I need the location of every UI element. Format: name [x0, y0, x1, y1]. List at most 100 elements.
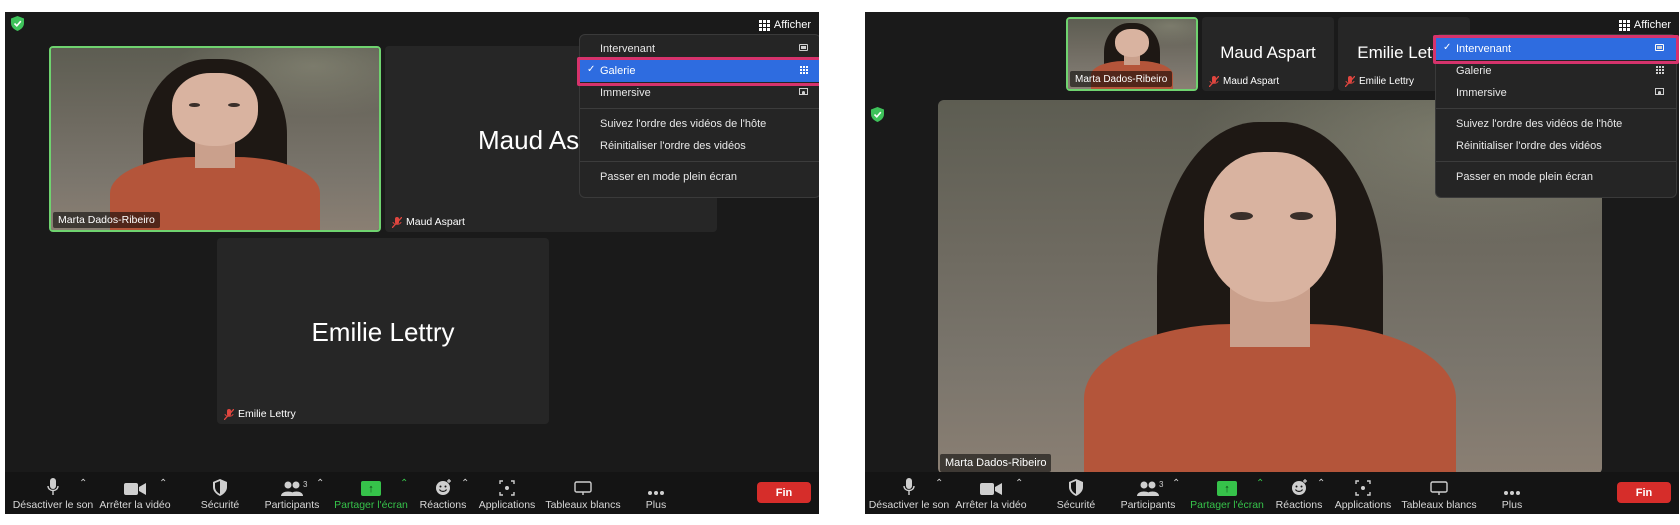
- chevron-up-icon[interactable]: ⌃: [1317, 478, 1325, 489]
- video-camera-icon: [124, 483, 146, 495]
- participant-name-tag: Marta Dados-Ribeiro: [1070, 71, 1173, 87]
- menu-item-label: Galerie: [1456, 65, 1492, 77]
- participant-name-tag: Maud Aspart: [387, 214, 470, 230]
- apps-icon: [1355, 480, 1371, 496]
- video-label: Arrêter la vidéo: [99, 499, 171, 511]
- gallery-grid-icon: [1656, 66, 1664, 74]
- share-screen-button[interactable]: ↑ Partager l'écran: [1190, 472, 1264, 514]
- more-button[interactable]: Plus: [1497, 472, 1527, 514]
- share-label: Partager l'écran: [334, 499, 408, 511]
- participant-video: [51, 48, 379, 230]
- thumb-tile-maud[interactable]: Maud Aspart Maud Aspart: [1202, 17, 1334, 91]
- microphone-icon: [903, 478, 915, 495]
- menu-divider: [1436, 108, 1676, 109]
- zoom-window-gallery: Afficher Marta Dados-Ribeiro Maud Aspart…: [5, 12, 819, 514]
- participants-count: 3: [1159, 480, 1164, 489]
- chevron-up-icon[interactable]: ⌃: [1172, 478, 1180, 489]
- menu-item-reset-order[interactable]: Réinitialiser l'ordre des vidéos: [1436, 135, 1676, 157]
- video-camera-icon: [980, 483, 1002, 495]
- menu-item-label: Galerie: [600, 65, 636, 77]
- whiteboards-button[interactable]: Tableaux blancs: [1401, 472, 1477, 514]
- mic-muted-icon: [1209, 75, 1219, 87]
- end-meeting-button[interactable]: Fin: [757, 482, 811, 503]
- participant-name: Marta Dados-Ribeiro: [1075, 73, 1168, 85]
- participant-name: Emilie Lettry: [238, 408, 296, 420]
- menu-divider: [580, 108, 819, 109]
- participant-big-name: Emilie Lettry: [311, 317, 455, 347]
- chevron-up-icon[interactable]: ⌃: [1256, 478, 1264, 489]
- menu-item-reset-order[interactable]: Réinitialiser l'ordre des vidéos: [580, 135, 819, 157]
- participants-button[interactable]: Participants: [261, 472, 323, 514]
- encryption-shield-icon[interactable]: [871, 107, 884, 122]
- menu-item-gallery[interactable]: ✓ Galerie: [580, 60, 819, 82]
- apps-button[interactable]: Applications: [1333, 472, 1393, 514]
- whiteboard-icon: [1430, 481, 1448, 495]
- end-meeting-button[interactable]: Fin: [1617, 482, 1671, 503]
- chevron-up-icon[interactable]: ⌃: [1015, 478, 1023, 489]
- menu-item-immersive[interactable]: Immersive: [1436, 82, 1676, 104]
- more-label: Plus: [1501, 499, 1523, 511]
- security-button[interactable]: Sécurité: [1051, 472, 1101, 514]
- video-tile-emilie[interactable]: Emilie Lettry Emilie Lettry: [217, 238, 549, 424]
- menu-item-gallery[interactable]: Galerie: [1436, 60, 1676, 82]
- apps-label: Applications: [1334, 499, 1392, 511]
- menu-item-fullscreen[interactable]: Passer en mode plein écran: [580, 166, 819, 188]
- more-button[interactable]: Plus: [641, 472, 671, 514]
- participant-name-tag: Marta Dados-Ribeiro: [53, 212, 160, 228]
- menu-item-speaker[interactable]: Intervenant: [580, 38, 819, 60]
- view-button[interactable]: Afficher: [758, 15, 811, 35]
- participants-button[interactable]: Participants: [1117, 472, 1179, 514]
- apps-button[interactable]: Applications: [477, 472, 537, 514]
- reactions-button[interactable]: Réactions: [1275, 472, 1323, 514]
- share-arrow-icon: ↑: [361, 481, 381, 496]
- menu-item-label: Suivez l'ordre des vidéos de l'hôte: [600, 118, 767, 130]
- reactions-label: Réactions: [419, 499, 467, 511]
- video-tile-marta[interactable]: Marta Dados-Ribeiro: [49, 46, 381, 232]
- reactions-smiley-icon: [1291, 479, 1307, 495]
- speaker-view-icon: [799, 44, 808, 51]
- participant-name: Maud Aspart: [406, 216, 465, 228]
- chevron-up-icon[interactable]: ⌃: [935, 478, 943, 489]
- menu-item-immersive[interactable]: Immersive: [580, 82, 819, 104]
- encryption-shield-icon[interactable]: [11, 16, 24, 31]
- reactions-button[interactable]: Réactions: [419, 472, 467, 514]
- whiteboards-button[interactable]: Tableaux blancs: [545, 472, 621, 514]
- participants-icon: [1137, 481, 1159, 496]
- participant-name: Maud Aspart: [1223, 75, 1280, 87]
- whiteboard-icon: [574, 481, 592, 495]
- mute-label: Désactiver le son: [868, 499, 950, 511]
- more-dots-icon: [1504, 491, 1520, 495]
- menu-item-label: Réinitialiser l'ordre des vidéos: [1456, 140, 1602, 152]
- share-label: Partager l'écran: [1190, 499, 1264, 511]
- chevron-up-icon[interactable]: ⌃: [400, 478, 408, 489]
- chevron-up-icon[interactable]: ⌃: [79, 478, 87, 489]
- menu-item-label: Intervenant: [600, 43, 656, 55]
- participants-label: Participants: [1120, 499, 1176, 511]
- menu-item-fullscreen[interactable]: Passer en mode plein écran: [1436, 166, 1676, 188]
- menu-item-follow-host-order[interactable]: Suivez l'ordre des vidéos de l'hôte: [580, 113, 819, 135]
- mic-muted-icon: [1345, 75, 1355, 87]
- menu-item-follow-host-order[interactable]: Suivez l'ordre des vidéos de l'hôte: [1436, 113, 1676, 135]
- thumb-tile-marta[interactable]: Marta Dados-Ribeiro: [1066, 17, 1198, 91]
- share-arrow-icon: ↑: [1217, 481, 1237, 496]
- menu-item-label: Immersive: [600, 87, 651, 99]
- menu-item-label: Passer en mode plein écran: [1456, 171, 1593, 183]
- immersive-icon: [799, 88, 808, 95]
- share-screen-button[interactable]: ↑ Partager l'écran: [334, 472, 408, 514]
- view-menu: ✓ Intervenant Galerie Immersive Suivez l…: [1435, 34, 1677, 198]
- apps-label: Applications: [478, 499, 536, 511]
- zoom-window-speaker: Afficher Marta Dados-Ribeiro Maud Aspart…: [865, 12, 1679, 514]
- chevron-up-icon[interactable]: ⌃: [316, 478, 324, 489]
- immersive-icon: [1655, 88, 1664, 95]
- reactions-smiley-icon: [435, 479, 451, 495]
- participant-name: Marta Dados-Ribeiro: [58, 214, 155, 226]
- speaker-view-icon: [1655, 44, 1664, 51]
- menu-item-speaker[interactable]: ✓ Intervenant: [1436, 38, 1676, 60]
- view-button[interactable]: Afficher: [1618, 15, 1671, 35]
- video-label: Arrêter la vidéo: [955, 499, 1027, 511]
- chevron-up-icon[interactable]: ⌃: [461, 478, 469, 489]
- chevron-up-icon[interactable]: ⌃: [159, 478, 167, 489]
- view-menu: Intervenant ✓ Galerie Immersive Suivez l…: [579, 34, 819, 198]
- security-button[interactable]: Sécurité: [195, 472, 245, 514]
- more-dots-icon: [648, 491, 664, 495]
